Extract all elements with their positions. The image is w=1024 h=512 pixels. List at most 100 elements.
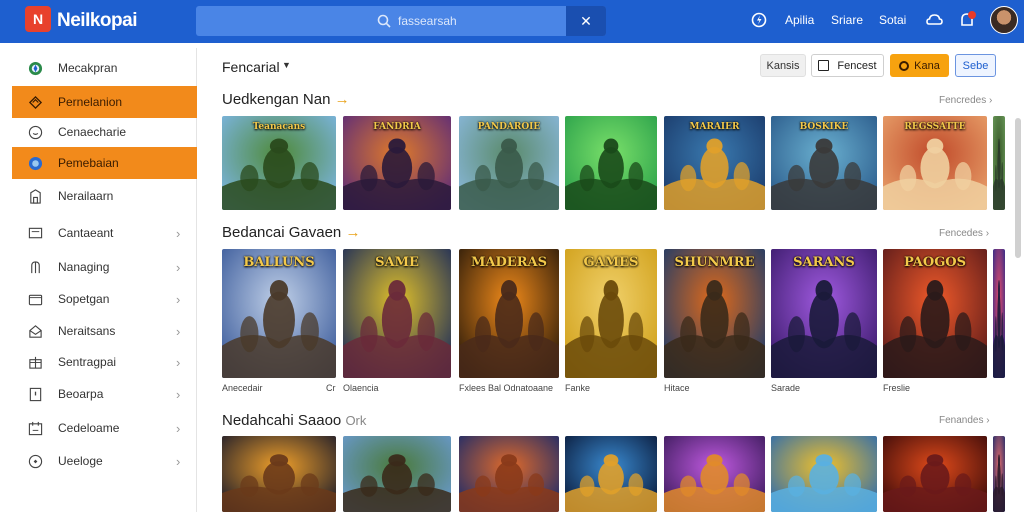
scrollbar[interactable]	[1015, 118, 1021, 258]
sidebar-item-cantaeant[interactable]: Cantaeant ›	[12, 217, 197, 249]
sidebar-item-label: Nerailaarn	[58, 189, 114, 203]
game-title-art: SAME	[375, 255, 419, 270]
header-link-3[interactable]: Sotai	[879, 13, 906, 27]
notifications-icon[interactable]	[958, 10, 978, 30]
chevron-right-icon: ›	[176, 259, 181, 275]
game-tile[interactable]	[993, 116, 1005, 210]
sidebar-item-label: Beoarpa	[58, 387, 104, 401]
sidebar-item-cedeloame[interactable]: Cedeloame ›	[12, 412, 197, 444]
game-tile[interactable]	[664, 436, 765, 512]
section-title[interactable]: Uedkengan Nan →	[222, 91, 350, 108]
game-tile[interactable]: BOSKIKE	[771, 116, 877, 210]
game-tile[interactable]	[771, 436, 877, 512]
app-title[interactable]: NeiIkopai	[57, 10, 137, 32]
game-caption[interactable]: Freslie	[883, 383, 910, 393]
caret-down-icon[interactable]: ▼	[282, 60, 291, 70]
toolbar-button-3[interactable]: Kana	[890, 54, 949, 77]
game-tile[interactable]	[993, 436, 1005, 512]
game-tile[interactable]	[565, 436, 657, 512]
chevron-right-icon: ›	[176, 323, 181, 339]
game-tile[interactable]: FANDRIA	[343, 116, 451, 210]
ring-icon	[899, 60, 910, 71]
game-tile[interactable]	[993, 249, 1005, 378]
gift-icon	[29, 356, 42, 369]
game-cover-art	[993, 249, 1005, 378]
game-caption[interactable]: Anecedair	[222, 383, 263, 393]
game-caption[interactable]: Fxlees Bal Odnatoaane	[459, 383, 553, 393]
sidebar-item-nerailaarn[interactable]: Nerailaarn	[12, 180, 197, 212]
section-title[interactable]: Bedancai Gavaen →	[222, 224, 360, 241]
game-tile[interactable]	[222, 436, 336, 512]
game-tile[interactable]: SARANS	[771, 249, 877, 378]
sidebar: Mecakpran Pernelanion Cenaecharie Pemeba…	[12, 48, 197, 512]
game-tile[interactable]: BALLUNS	[222, 249, 336, 378]
header-link-2[interactable]: Sriare	[831, 13, 863, 27]
toolbar-button-4[interactable]: Sebe	[955, 54, 996, 77]
game-caption[interactable]: Fanke	[565, 383, 590, 393]
game-tile[interactable]	[459, 436, 559, 512]
section-more-link[interactable]: Fenandes ›	[939, 415, 990, 426]
search-bar[interactable]: fassearsah ✕	[196, 6, 606, 36]
game-tile[interactable]: GAMES	[565, 249, 657, 378]
game-tile[interactable]	[565, 116, 657, 210]
section-more-link[interactable]: Fencedes ›	[939, 228, 989, 239]
search-clear-button[interactable]: ✕	[566, 6, 606, 36]
game-tile[interactable]	[883, 436, 987, 512]
sidebar-item-sentragpai[interactable]: Sentragpai ›	[12, 346, 197, 378]
sidebar-item-pernelanion[interactable]: Pernelanion	[12, 86, 197, 118]
header-link-1[interactable]: Apilia	[785, 13, 814, 27]
monitor-icon	[28, 227, 43, 238]
button-label: Fencest	[837, 59, 877, 72]
section-more-link[interactable]: Fencredes ›	[939, 95, 992, 106]
sidebar-item-beoarpa[interactable]: Beoarpa ›	[12, 378, 197, 410]
app-logo-icon[interactable]: N	[25, 6, 51, 32]
game-tile[interactable]	[343, 436, 451, 512]
game-tile[interactable]: SAME	[343, 249, 451, 378]
compass-icon	[28, 61, 43, 75]
game-cover-art	[565, 116, 657, 210]
sidebar-item-neraitsans[interactable]: Neraitsans ›	[12, 315, 197, 347]
game-tile[interactable]: Teanacans	[222, 116, 336, 210]
fire-icon	[28, 95, 43, 109]
sidebar-item-cenaecharie[interactable]: Cenaecharie	[12, 116, 197, 148]
game-tile[interactable]: MADERAS	[459, 249, 559, 378]
section-title-suffix: Ork	[345, 413, 367, 428]
sidebar-item-nanaging[interactable]: Nanaging ›	[12, 251, 197, 283]
game-caption-extra: Cr	[326, 383, 336, 393]
game-title-art: GAMES	[583, 255, 639, 270]
game-tile[interactable]: REGSSATTE	[883, 116, 987, 210]
game-title-art: REGSSATTE	[904, 122, 966, 132]
game-title-art: BOSKIKE	[799, 122, 849, 132]
section-title-text: Bedancai Gavaen	[222, 224, 342, 241]
avatar[interactable]	[990, 6, 1018, 34]
game-cover-art	[459, 436, 559, 512]
sidebar-item-label: Mecakpran	[58, 61, 118, 75]
game-cover-art	[664, 436, 765, 512]
button-label: Kansis	[766, 59, 800, 72]
game-tile[interactable]: SHUNMRE	[664, 249, 765, 378]
game-cover-art	[565, 436, 657, 512]
toolbar-button-1[interactable]: Kansis	[760, 54, 806, 77]
checkbox-icon[interactable]	[818, 60, 830, 71]
sidebar-item-label: Pernelanion	[58, 95, 123, 109]
game-caption[interactable]: Hitace	[664, 383, 690, 393]
game-title-art: MADERAS	[471, 255, 547, 270]
game-title-art: SARANS	[793, 255, 855, 270]
game-caption[interactable]: Sarade	[771, 383, 800, 393]
game-title-art: FANDRIA	[373, 122, 421, 132]
cloud-icon[interactable]	[926, 12, 943, 28]
filter-dropdown[interactable]: Fencarial	[222, 59, 280, 75]
game-caption[interactable]: Olaencia	[343, 383, 379, 393]
game-tile[interactable]: PANDAROIE	[459, 116, 559, 210]
sidebar-item-pemebaian[interactable]: Pemebaian	[12, 147, 197, 179]
toolbar-button-2[interactable]: Fencest	[811, 54, 884, 77]
search-input[interactable]: fassearsah	[398, 14, 457, 28]
sidebar-item-ueeloge[interactable]: Ueeloge ›	[12, 445, 197, 477]
game-tile[interactable]: PAOGOS	[883, 249, 987, 378]
more-label: Fenandes	[939, 415, 984, 426]
game-tile[interactable]: MARAIER	[664, 116, 765, 210]
section-title[interactable]: Nedahcahi Saaoo Ork	[222, 412, 366, 429]
sidebar-item-sopetgan[interactable]: Sopetgan ›	[12, 283, 197, 315]
notification-bell-icon[interactable]	[751, 12, 767, 28]
sidebar-item-mecakpran[interactable]: Mecakpran	[12, 52, 197, 84]
